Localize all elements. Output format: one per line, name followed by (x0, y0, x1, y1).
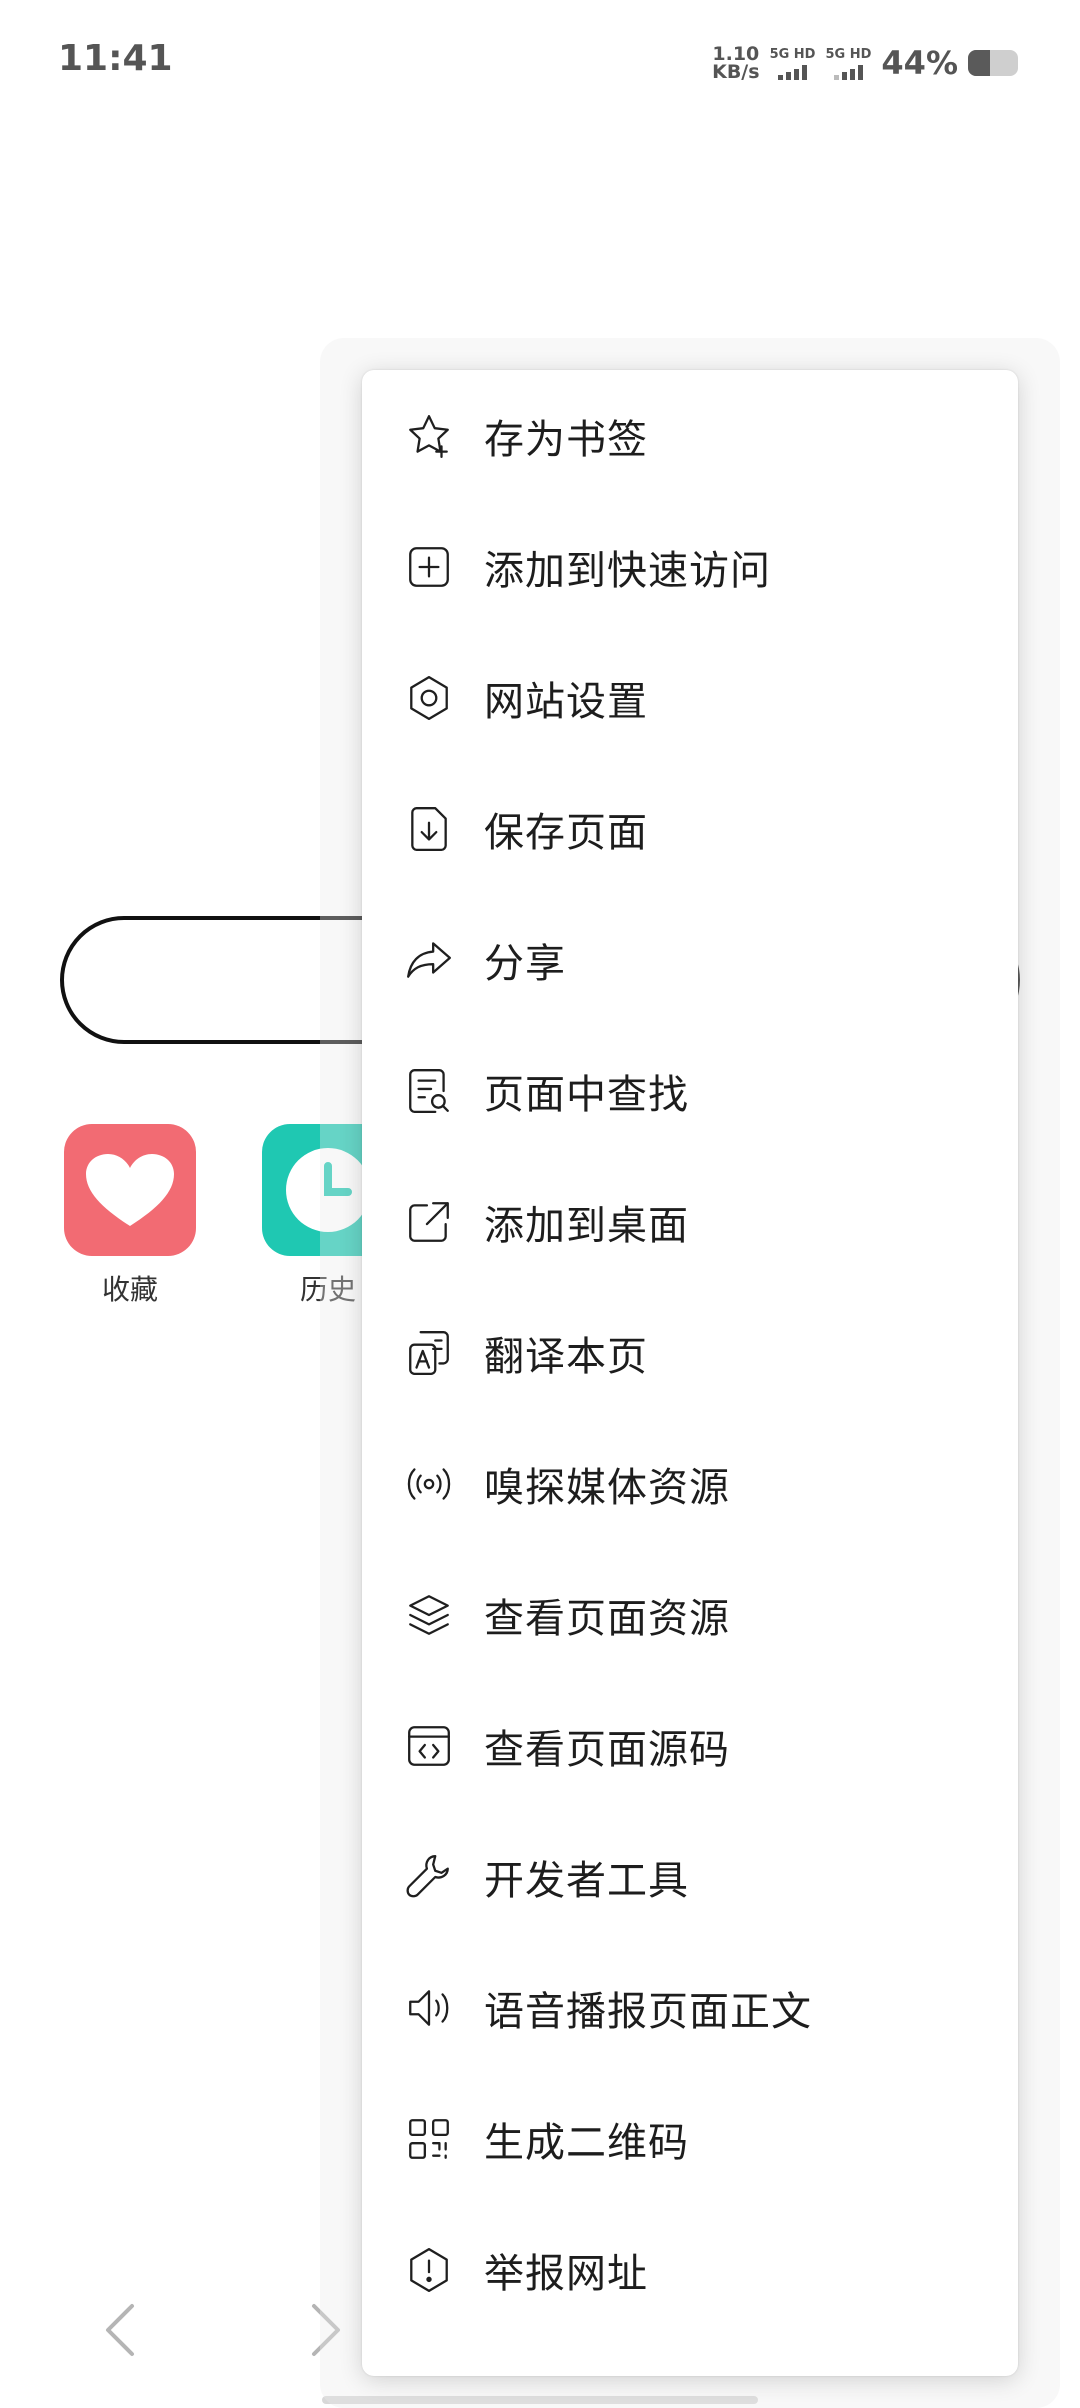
layers-icon (404, 1590, 454, 1640)
heart-icon (64, 1124, 196, 1256)
menu-item-label: 查看页面源码 (484, 1726, 730, 1773)
menu-item-read-aloud[interactable]: 语音播报页面正文 (362, 1942, 1018, 2073)
battery-percent: 44% (881, 44, 958, 82)
menu-item-label: 添加到桌面 (484, 1202, 689, 1249)
menu-item-report-url[interactable]: 举报网址 (362, 2204, 1018, 2335)
external-link-icon (404, 1197, 454, 1247)
qr-code-icon (404, 2114, 454, 2164)
file-download-icon (404, 804, 454, 854)
status-time: 11:41 (58, 38, 173, 79)
battery-icon (968, 50, 1018, 76)
menu-item-label: 嗅探媒体资源 (484, 1464, 730, 1511)
plus-square-icon (404, 542, 454, 592)
speaker-icon (404, 1983, 454, 2033)
menu-item-label: 生成二维码 (484, 2119, 689, 2166)
menu-item-find-in-page[interactable]: 页面中查找 (362, 1025, 1018, 1156)
find-in-page-icon (404, 1066, 454, 1116)
menu-item-label: 网站设置 (484, 678, 648, 725)
menu-item-qr-code[interactable]: 生成二维码 (362, 2073, 1018, 2204)
menu-item-translate[interactable]: 翻译本页 (362, 1287, 1018, 1418)
menu-item-label: 保存页面 (484, 809, 648, 856)
translate-icon (404, 1328, 454, 1378)
sim2-signal-icon: 5G HD (825, 47, 871, 80)
quick-access-label: 收藏 (101, 1273, 158, 1306)
wrench-icon (404, 1852, 454, 1902)
menu-item-label: 分享 (484, 940, 566, 987)
menu-item-label: 页面中查找 (484, 1071, 689, 1118)
status-icons: 1.10 KB/s 5G HD 5G HD 44% (712, 44, 1018, 82)
menu-item-view-source[interactable]: 查看页面源码 (362, 1680, 1018, 1811)
menu-item-site-settings[interactable]: 网站设置 (362, 632, 1018, 763)
star-plus-icon (404, 411, 454, 461)
shield-alert-icon (404, 2245, 454, 2295)
menu-item-add-to-desktop[interactable]: 添加到桌面 (362, 1156, 1018, 1287)
menu-item-label: 存为书签 (484, 416, 648, 463)
menu-item-label: 开发者工具 (484, 1857, 689, 1904)
menu-item-label: 翻译本页 (484, 1333, 648, 1380)
share-arrow-icon (404, 935, 454, 985)
menu-item-label: 添加到快速访问 (484, 547, 771, 594)
broadcast-icon (404, 1459, 454, 1509)
overflow-menu: 存为书签 添加到快速访问 网站设置 保存页面 分享 页面中查找 添加到桌面 翻译… (362, 370, 1018, 2376)
menu-item-label: 举报网址 (484, 2250, 648, 2297)
quick-access-favorites[interactable]: 收藏 (64, 1124, 196, 1308)
menu-item-sniff-media[interactable]: 嗅探媒体资源 (362, 1418, 1018, 1549)
code-window-icon (404, 1721, 454, 1771)
menu-item-label: 语音播报页面正文 (484, 1988, 812, 2035)
chevron-left-icon[interactable] (100, 2300, 140, 2376)
menu-item-label: 查看页面资源 (484, 1595, 730, 1642)
menu-item-devtools[interactable]: 开发者工具 (362, 1811, 1018, 1942)
sim1-signal-icon: 5G HD (770, 47, 815, 80)
network-speed: 1.10 KB/s (712, 43, 760, 83)
browser-screen: 11:41 1.10 KB/s 5G HD 5G HD 44% 收藏 历史 存为… (0, 0, 1080, 2408)
menu-item-quick-access[interactable]: 添加到快速访问 (362, 501, 1018, 632)
menu-item-view-resources[interactable]: 查看页面资源 (362, 1549, 1018, 1680)
menu-item-share[interactable]: 分享 (362, 894, 1018, 1025)
menu-item-bookmark[interactable]: 存为书签 (362, 370, 1018, 501)
gear-icon (404, 673, 454, 723)
menu-item-save-page[interactable]: 保存页面 (362, 763, 1018, 894)
